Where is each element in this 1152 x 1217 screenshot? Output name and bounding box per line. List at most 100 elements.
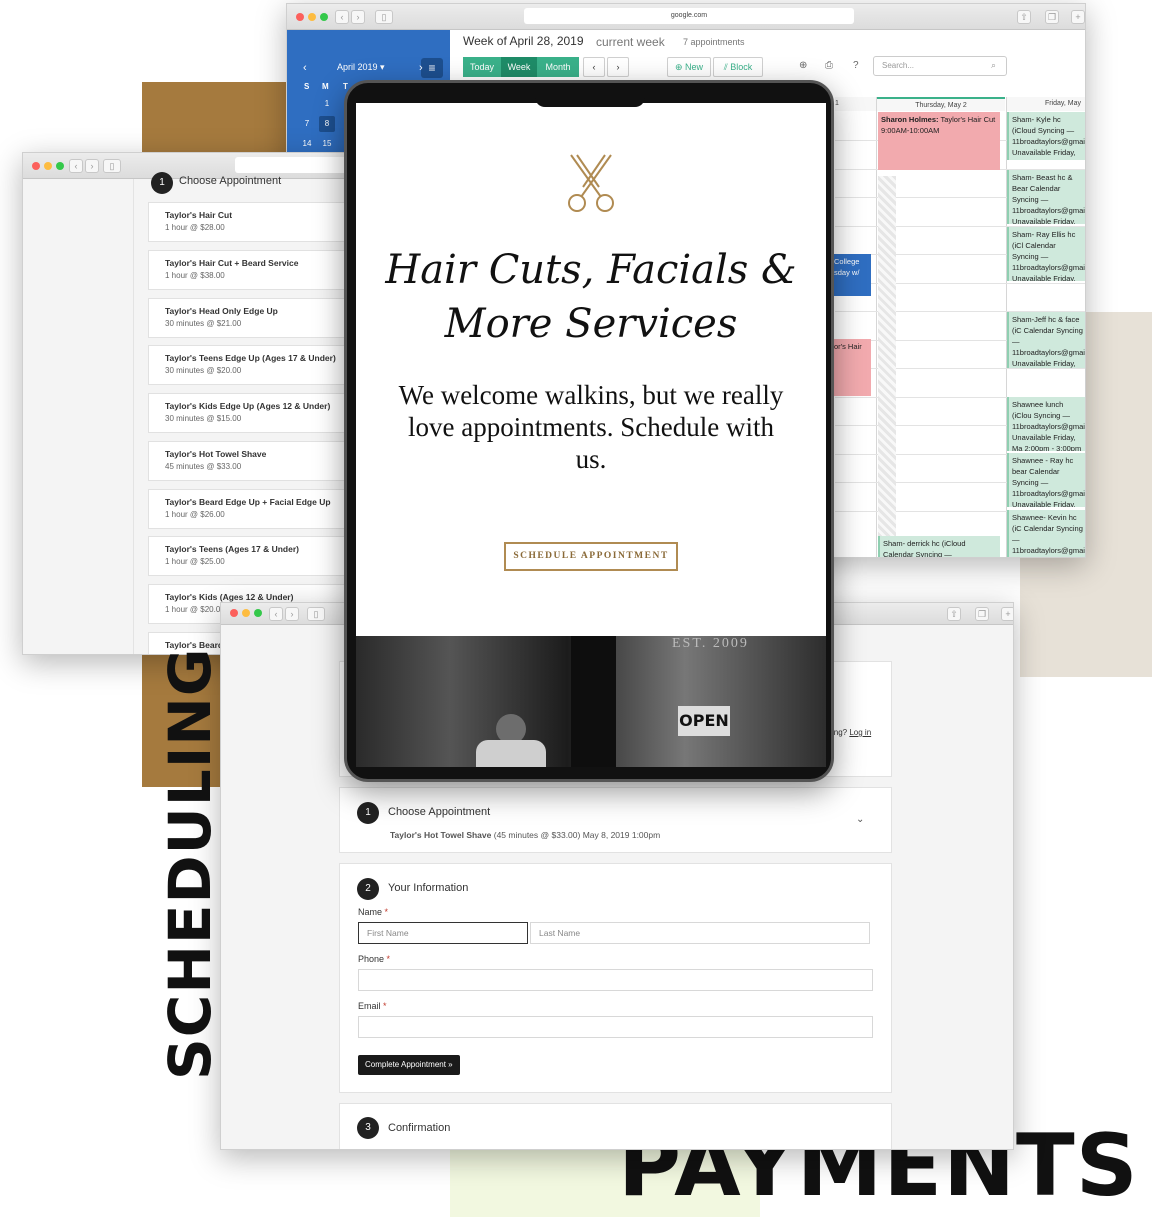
calendar-day[interactable]: 1 [319,96,335,112]
back-icon[interactable]: ‹ [269,607,283,621]
service-option[interactable]: Taylor's Kids Edge Up (Ages 12 & Under) 3… [148,393,371,433]
today-button[interactable]: Today [463,57,501,77]
phone-input[interactable] [358,969,873,991]
url-bar[interactable]: google.com [524,8,854,24]
calendar-event[interactable]: Sham-Jeff hc & face (iC Calendar Syncing… [1007,312,1085,368]
forward-icon[interactable]: › [351,10,365,24]
barbershop-photo: EST. 2009 OPEN [356,636,826,767]
step3-title: Confirmation [388,1122,451,1134]
login-link[interactable]: Log in [849,728,871,737]
month-button[interactable]: Month [537,57,579,77]
back-icon[interactable]: ‹ [69,159,83,173]
tabs-icon[interactable]: ❐ [975,607,989,621]
email-label: Email * [358,1001,387,1011]
email-input[interactable] [358,1016,873,1038]
service-option[interactable]: Taylor's Head Only Edge Up 30 minutes @ $… [148,298,371,338]
service-option[interactable]: Taylor's Teens (Ages 17 & Under) 1 hour @… [148,536,371,576]
share-icon[interactable]: ⇧ [1017,10,1031,24]
close-dot[interactable] [230,609,238,617]
column-header: 1 [835,97,877,111]
tablet-device: Hair Cuts, Facials & More Services We we… [344,80,834,782]
service-option[interactable]: Taylor's Hot Towel Shave 45 minutes @ $33… [148,441,371,481]
sidebar-icon[interactable]: ▯ [103,159,121,173]
calendar-event[interactable]: Shawnee lunch (iClou Syncing — 11broadta… [1007,397,1085,451]
back-icon[interactable]: ‹ [335,10,349,24]
block-button[interactable]: ⫽ Block [713,57,763,77]
close-dot[interactable] [32,162,40,170]
appointment-count: 7 appointments [683,37,745,47]
calendar-day[interactable]: 7 [299,116,315,132]
new-button[interactable]: ⊕ New [667,57,711,77]
name-label: Name * [358,907,389,917]
login-prompt: ing? Log in [832,728,872,737]
schedule-appointment-button[interactable]: SCHEDULE APPOINTMENT [504,542,678,571]
menu-icon[interactable]: ≡ [421,58,443,78]
next-month-icon[interactable]: › [419,62,423,74]
zoom-dot[interactable] [56,162,64,170]
sidebar-icon[interactable]: ▯ [375,10,393,24]
tablet-screen: Hair Cuts, Facials & More Services We we… [356,103,826,767]
calendar-event[interactable]: Sham- derrick hc (iCloud Calendar Syncin… [878,536,1000,557]
sidebar-icon[interactable]: ▯ [307,607,325,621]
close-dot[interactable] [296,13,304,21]
step3-card: 3 Confirmation [339,1103,892,1149]
calendar-event[interactable]: or's Hair [831,339,871,396]
step2-title: Your Information [388,882,469,894]
phone-label: Phone * [358,954,391,964]
step1-card[interactable]: 1 Choose Appointment Taylor's Hot Towel … [339,787,892,853]
zoom-dot[interactable] [254,609,262,617]
complete-appointment-button[interactable]: Complete Appointment » [358,1055,460,1075]
share-icon[interactable]: ⇧ [947,607,961,621]
new-tab-icon[interactable]: + [1071,10,1085,24]
calendar-event[interactable]: Shawnee - Ray hc bear Calendar Syncing —… [1007,453,1085,507]
last-name-input[interactable]: Last Name [530,922,870,944]
section-title: Choose Appointment [179,175,282,187]
next-week-icon[interactable]: › [607,57,629,77]
first-name-input[interactable]: First Name [358,922,528,944]
step1-title: Choose Appointment [388,806,491,818]
calendar-day[interactable]: 15 [319,136,335,152]
unavailable-block [878,176,896,536]
column-header-thursday: Thursday, May 2 [877,97,1005,111]
calendar-event[interactable]: Sham- Beast hc & Bear Calendar Syncing —… [1007,170,1085,224]
print-icon[interactable]: ⎙ [825,60,833,71]
calendar-day-selected[interactable]: 8 [319,116,335,132]
step-number: 1 [151,172,173,194]
step-number: 1 [357,802,379,824]
prev-week-icon[interactable]: ‹ [583,57,605,77]
search-input[interactable]: Search... [873,56,1007,76]
service-option[interactable]: Taylor's Beard Edge Up + Facial Edge Up 1… [148,489,371,529]
forward-icon[interactable]: › [85,159,99,173]
week-title: Week of April 28, 2019 [463,34,584,48]
minimize-dot[interactable] [308,13,316,21]
minimize-dot[interactable] [242,609,250,617]
forward-icon[interactable]: › [285,607,299,621]
current-week-link[interactable]: current week [596,35,665,49]
chevron-down-icon[interactable]: ⌄ [856,814,864,825]
week-button[interactable]: Week [501,57,537,77]
month-selector[interactable]: April 2019 ▾ [337,62,385,73]
zoom-dot[interactable] [320,13,328,21]
column-divider [876,97,877,557]
hero-headline: Hair Cuts, Facials & More Services [385,247,797,347]
choose-appointment-window: ‹ › ▯ 1 Choose Appointment Taylor's Hair… [22,152,372,655]
service-option[interactable]: Taylor's Hair Cut + Beard Service 1 hour … [148,250,371,290]
scheduling-word-wrap: SCHEDULING [156,648,224,1080]
prev-month-icon[interactable]: ‹ [303,62,307,74]
calendar-event[interactable]: Sham- Kyle hc (iCloud Syncing — 11broadt… [1007,112,1085,160]
calendar-event[interactable]: Shawnee- Kevin hc (iC Calendar Syncing —… [1007,510,1085,557]
minimize-dot[interactable] [44,162,52,170]
service-option[interactable]: Taylor's Teens Edge Up (Ages 17 & Under)… [148,345,371,385]
hour-line [835,368,1085,369]
service-option[interactable]: Taylor's Hair Cut 1 hour @ $28.00 [148,202,371,242]
help-icon[interactable]: ? [853,60,859,71]
calendar-event[interactable]: College sday w/ [831,254,871,296]
tabs-icon[interactable]: ❐ [1045,10,1059,24]
calendar-event[interactable]: Sharon Holmes: Taylor's Hair Cut 9:00AM-1… [878,112,1000,170]
zoom-icon[interactable]: ⊕ [799,60,807,71]
new-tab-icon[interactable]: + [1001,607,1013,621]
step-number: 3 [357,1117,379,1139]
photo-pillar [571,636,616,767]
calendar-day[interactable]: 14 [299,136,315,152]
calendar-event[interactable]: Sham- Ray Ellis hc (iCl Calendar Syncing… [1007,227,1085,281]
